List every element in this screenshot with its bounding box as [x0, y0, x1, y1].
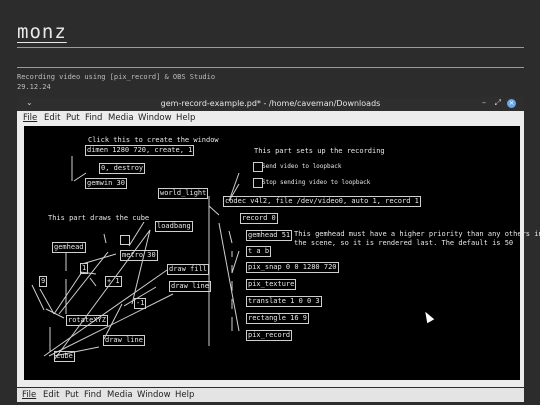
menu2-help[interactable]: Help: [175, 390, 194, 400]
obj-world-light[interactable]: world_light: [158, 188, 209, 199]
patch-canvas[interactable]: Click this to create the window dimen 12…: [24, 126, 540, 380]
obj-rectangle[interactable]: rectangle 16 9: [246, 313, 310, 324]
toggle-metro[interactable]: [120, 235, 130, 245]
close-icon[interactable]: ×: [507, 99, 516, 108]
obj-cube[interactable]: cube: [54, 351, 75, 362]
comment-stop-video: Stop sending video to loopback: [262, 179, 371, 186]
obj-t-a-b[interactable]: t a b: [246, 246, 272, 257]
obj-pix-record[interactable]: pix_record: [246, 330, 293, 341]
obj-gemwin[interactable]: gemwin 30: [85, 178, 127, 189]
second-menu-bar: File Edit Put Find Media Window Help: [17, 388, 524, 402]
blog-title[interactable]: monz: [17, 21, 67, 43]
menu-find[interactable]: Find: [85, 113, 102, 123]
comment-gemhead-note-2: the scene, so it is rendered last. The d…: [294, 239, 514, 247]
maximize-icon[interactable]: ⤢: [495, 98, 501, 108]
menu-put[interactable]: Put: [66, 113, 80, 123]
obj-metro[interactable]: metro 30: [120, 250, 158, 261]
menu2-find[interactable]: Find: [84, 390, 101, 400]
obj-rotatexyz[interactable]: rotateXYZ: [66, 315, 108, 326]
minimize-icon[interactable]: –: [482, 98, 486, 107]
obj-gemhead-51[interactable]: gemhead 51: [246, 230, 293, 241]
floatatom-1[interactable]: 1: [80, 263, 89, 274]
menu-file[interactable]: File: [23, 113, 37, 123]
comment-setup-recording: This part sets up the recording: [254, 147, 385, 155]
menu2-media[interactable]: Media: [107, 390, 133, 400]
obj-pix-snap[interactable]: pix_snap 0 0 1280 720: [246, 262, 339, 273]
obj-translate[interactable]: translate 1 0 0 3: [246, 296, 322, 307]
post-date: 29.12.24: [17, 83, 51, 91]
content-divider: [17, 67, 524, 68]
comment-gemhead-note-1: This gemhead must have a higher priority…: [294, 230, 540, 238]
msg-destroy[interactable]: 0, destroy: [99, 163, 146, 174]
msg-draw-line-2[interactable]: draw line: [103, 335, 145, 346]
menu2-file[interactable]: File: [22, 390, 36, 400]
title-divider: [17, 47, 524, 48]
menu2-edit[interactable]: Edit: [43, 390, 59, 400]
menu-bar: File Edit Put Find Media Window Help: [17, 111, 524, 125]
obj-plus-1[interactable]: + 1: [105, 276, 122, 287]
window-titlebar[interactable]: ⌄ gem-record-example.pd* - /home/caveman…: [17, 97, 524, 111]
obj-loadbang[interactable]: loadbang: [155, 221, 193, 232]
window-title: gem-record-example.pd* - /home/caveman/D…: [160, 99, 381, 108]
menu2-put[interactable]: Put: [65, 390, 79, 400]
msg-codec[interactable]: codec v4l2, file /dev/video0, auto 1, re…: [223, 196, 421, 207]
menu2-window[interactable]: Window: [137, 390, 171, 400]
msg-dimen[interactable]: dimen 1280 720, create, 1: [85, 145, 195, 156]
comment-send-video: Send video to loopback: [262, 163, 342, 170]
comment-draws-cube: This part draws the cube: [48, 214, 150, 222]
comment-click-create: Click this to create the window: [88, 136, 219, 144]
menu-window[interactable]: Window: [138, 113, 172, 123]
msg-minus-1[interactable]: -1: [134, 298, 147, 309]
msg-record-0[interactable]: record 0: [240, 213, 278, 224]
msg-draw-line-1[interactable]: draw line: [169, 281, 211, 292]
menu-help[interactable]: Help: [176, 113, 195, 123]
floatatom-9[interactable]: 9: [39, 276, 48, 287]
msg-draw-fill[interactable]: draw fill: [167, 264, 209, 275]
menu-media[interactable]: Media: [108, 113, 134, 123]
pd-window: ⌄ gem-record-example.pd* - /home/caveman…: [17, 97, 540, 387]
obj-gemhead[interactable]: gemhead: [52, 242, 86, 253]
post-caption: Recording video using [pix_record] & OBS…: [17, 73, 216, 81]
menu-edit[interactable]: Edit: [44, 113, 60, 123]
obj-pix-texture[interactable]: pix_texture: [246, 279, 297, 290]
